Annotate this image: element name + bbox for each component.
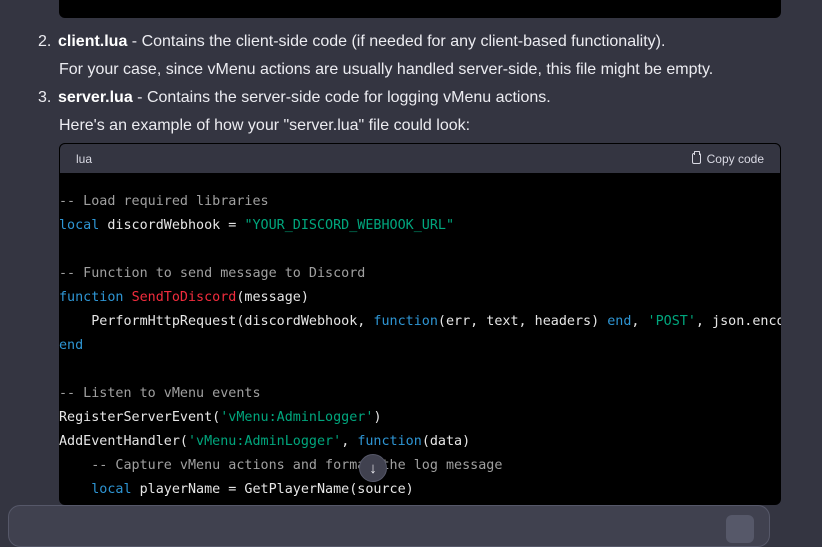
code-content: -- Load required libraries local discordW…: [59, 174, 781, 502]
code-token: ,: [631, 314, 648, 329]
code-token: -- Capture vMenu actions and format the …: [59, 458, 503, 473]
copy-code-label: Copy code: [706, 151, 764, 166]
list-number: 3.: [38, 89, 52, 106]
code-line: AddEventHandler('vMenu:AdminLogger', fun…: [59, 430, 781, 454]
code-line: -- Function to send message to Discord: [59, 262, 781, 286]
code-token: , json.encode: [695, 314, 781, 329]
code-token: (data): [421, 434, 471, 449]
code-line: -- Load required libraries: [59, 190, 781, 214]
code-token: 'POST': [647, 314, 696, 329]
scroll-to-bottom-button[interactable]: ↓: [359, 454, 387, 482]
list-item-server-lua: 3. server.lua - Contains the server-side …: [38, 86, 551, 110]
code-line: local playerName = GetPlayerName(source): [59, 478, 781, 502]
code-header: lua Copy code: [59, 143, 781, 174]
file-name: client.lua: [58, 33, 128, 50]
code-token: function: [357, 434, 422, 449]
code-line: PerformHttpRequest(discordWebhook, funct…: [59, 310, 781, 334]
client-lua-note: For your case, since vMenu actions are u…: [59, 61, 714, 78]
code-line: RegisterServerEvent('vMenu:AdminLogger'): [59, 406, 781, 430]
code-line: -- Listen to vMenu events: [59, 382, 781, 406]
code-token: playerName = GetPlayerName(source): [131, 482, 414, 497]
code-token: -- Listen to vMenu events: [59, 386, 261, 401]
code-token: -- Function to send message to Discord: [59, 266, 366, 281]
code-token: 'vMenu:AdminLogger': [220, 410, 374, 425]
code-token: local: [59, 218, 100, 233]
code-token: function: [59, 290, 124, 305]
previous-code-block-bottom: [59, 0, 781, 18]
file-name: server.lua: [58, 89, 133, 106]
code-token: end: [59, 338, 84, 353]
code-line: local discordWebhook = "YOUR_DISCORD_WEB…: [59, 214, 781, 238]
code-token: function: [373, 314, 438, 329]
code-token: 'vMenu:AdminLogger': [188, 434, 342, 449]
code-token: SendToDiscord: [131, 290, 237, 305]
server-lua-note: Here's an example of how your "server.lu…: [59, 117, 471, 134]
list-item-client-lua: 2. client.lua - Contains the client-side …: [38, 30, 665, 54]
code-language: lua: [76, 151, 93, 166]
code-line: function SendToDiscord(message): [59, 286, 781, 310]
code-token: -- Load required libraries: [59, 194, 269, 209]
list-number: 2.: [38, 33, 52, 50]
code-block: lua Copy code -- Load required libraries…: [59, 143, 781, 505]
send-button[interactable]: [726, 515, 754, 543]
code-line: -- Capture vMenu actions and format the …: [59, 454, 781, 478]
clipboard-icon: [691, 151, 701, 164]
code-line: end: [59, 334, 781, 358]
code-token: AddEventHandler(: [59, 434, 188, 449]
arrow-down-icon: ↓: [369, 459, 377, 477]
message-input-box[interactable]: [8, 505, 770, 547]
file-description: - Contains the server-side code for logg…: [132, 89, 551, 106]
code-token: end: [607, 314, 632, 329]
copy-code-button[interactable]: Copy code: [691, 151, 764, 166]
code-token: (message): [236, 290, 309, 305]
code-token: PerformHttpRequest(discordWebhook,: [59, 314, 374, 329]
code-token: ): [373, 410, 382, 425]
code-token: "YOUR_DISCORD_WEBHOOK_URL": [244, 218, 455, 233]
code-token: ,: [341, 434, 358, 449]
file-description: - Contains the client-side code (if need…: [127, 33, 666, 50]
code-token: local: [91, 482, 132, 497]
code-token: RegisterServerEvent(: [59, 410, 221, 425]
code-token: discordWebhook =: [99, 218, 245, 233]
code-token: (err, text, headers): [437, 314, 608, 329]
